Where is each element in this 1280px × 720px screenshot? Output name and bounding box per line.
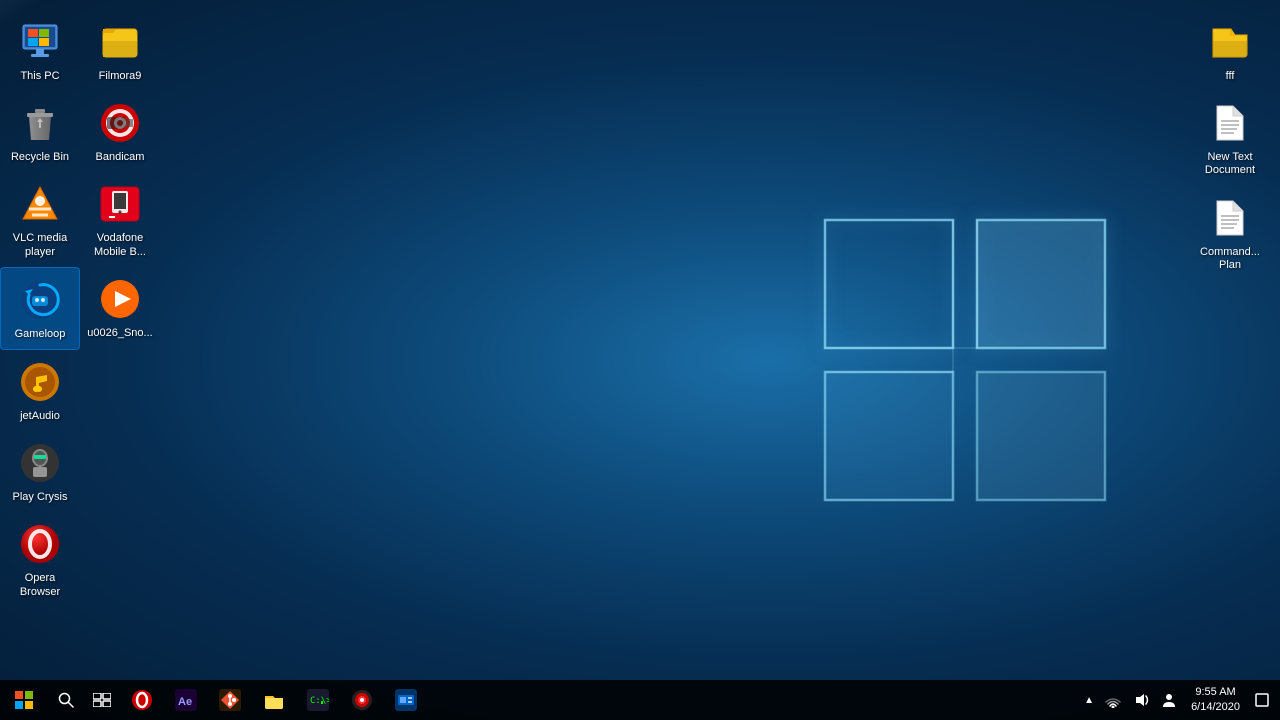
desktop-icon-recycle-bin[interactable]: Recycle Bin [0,91,80,172]
this-pc-icon-img [16,18,64,66]
taskbar-apps: Ae [120,680,1079,720]
play-crysis-label: Play Crysis [12,491,67,504]
gameloop-icon-img [16,276,64,324]
taskbar-system-tray: ▲ [1079,680,1280,720]
tray-chevron-button[interactable]: ▲ [1079,680,1099,720]
taskbar-app-record[interactable] [340,680,384,720]
desktop-icon-command-plan[interactable]: Command... Plan [1190,186,1270,280]
jetaudio-icon-img [16,358,64,406]
play-crysis-icon-img [16,439,64,487]
desktop-icons-left: This PC Filmora9 [0,0,180,607]
vlc-icon-img [16,180,64,228]
fff-icon-img [1206,18,1254,66]
desktop-icon-fff[interactable]: fff [1190,10,1270,91]
tray-chevron-icon: ▲ [1084,695,1094,706]
opera-label: Opera Browser [4,572,76,598]
user-icon-button[interactable] [1155,680,1183,720]
desktop-icon-u0026[interactable]: u0026_Sno... [80,267,160,350]
this-pc-label: This PC [20,70,59,83]
taskbar-app-terminal[interactable]: C:\> [296,680,340,720]
new-text-doc-icon-img [1206,99,1254,147]
vodafone-icon-img [96,180,144,228]
fff-label: fff [1226,70,1235,83]
taskbar-search-button[interactable] [48,680,84,720]
filmora9-label: Filmora9 [99,70,142,83]
windows-logo-background [805,200,1125,520]
recycle-bin-icon-img [16,99,64,147]
network-icon-button[interactable] [1099,680,1127,720]
command-plan-label: Command... Plan [1194,246,1266,272]
bandicam-label: Bandicam [96,151,145,164]
taskbar-app-explorer[interactable] [252,680,296,720]
desktop: This PC Filmora9 [0,0,1280,720]
start-button[interactable] [0,680,48,720]
notification-button[interactable] [1248,680,1276,720]
new-text-doc-label: New Text Document [1194,151,1266,177]
vlc-label: VLC media player [4,232,76,258]
desktop-icon-vlc[interactable]: VLC media player [0,172,80,266]
gameloop-label: Gameloop [15,328,66,341]
taskbar-task-view-button[interactable] [84,680,120,720]
taskbar-date: 6/14/2020 [1191,700,1240,715]
svg-text:Ae: Ae [178,696,192,708]
taskbar-clock[interactable]: 9:55 AM 6/14/2020 [1183,680,1248,720]
volume-icon-button[interactable] [1127,680,1155,720]
u0026-label: u0026_Sno... [87,327,152,340]
desktop-icon-new-text-doc[interactable]: New Text Document [1190,91,1270,185]
svg-text:C:\>: C:\> [310,696,329,706]
taskbar-app-opera[interactable] [120,680,164,720]
command-plan-icon-img [1206,194,1254,242]
taskbar: Ae [0,680,1280,720]
vodafone-label: Vodafone Mobile B... [84,232,156,258]
taskbar-app-after-effects[interactable]: Ae [164,680,208,720]
desktop-icon-gameloop[interactable]: Gameloop [0,267,80,350]
desktop-icon-play-crysis[interactable]: Play Crysis [0,431,80,512]
taskbar-app-git[interactable] [208,680,252,720]
bandicam-icon-img [96,99,144,147]
desktop-icon-jetaudio[interactable]: jetAudio [0,350,80,431]
taskbar-time: 9:55 AM [1195,685,1235,700]
taskbar-app-7[interactable] [384,680,428,720]
desktop-icon-opera[interactable]: Opera Browser [0,512,80,606]
jetaudio-label: jetAudio [20,410,60,423]
desktop-icon-bandicam[interactable]: Bandicam [80,91,160,172]
u0026-icon-img [96,275,144,323]
desktop-icons-right: fff New Text Document [1180,0,1280,280]
desktop-icon-vodafone[interactable]: Vodafone Mobile B... [80,172,160,266]
recycle-bin-label: Recycle Bin [11,151,69,164]
filmora9-icon-img [96,18,144,66]
desktop-icon-this-pc[interactable]: This PC [0,10,80,91]
opera-icon-img [16,520,64,568]
desktop-icon-filmora9[interactable]: Filmora9 [80,10,160,91]
